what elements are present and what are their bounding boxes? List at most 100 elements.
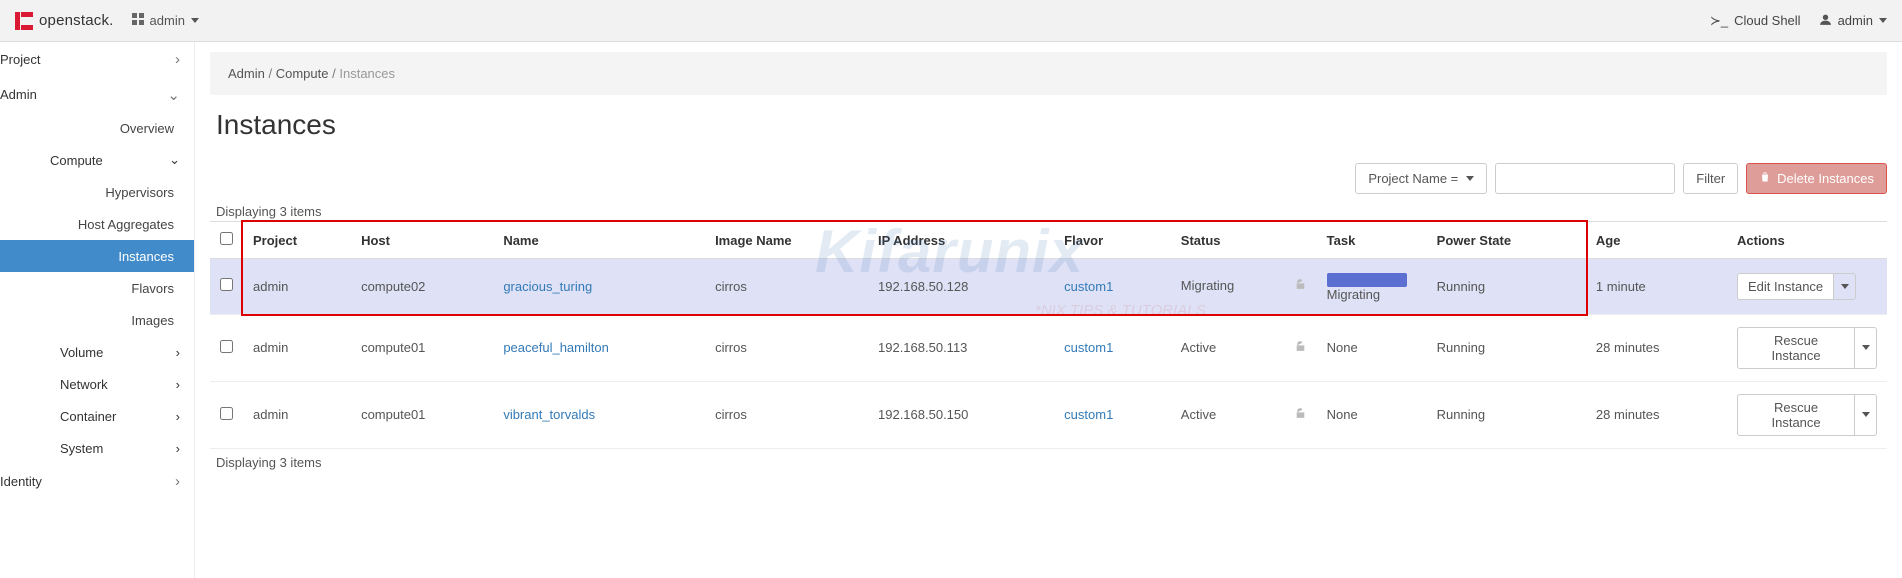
sidebar-item-hypervisors[interactable]: Hypervisors: [0, 176, 194, 208]
name-link[interactable]: gracious_turing: [503, 279, 592, 294]
brand-text: openstack.: [39, 12, 114, 29]
task-label: Migrating: [1327, 287, 1380, 302]
cell-flavor[interactable]: custom1: [1054, 381, 1171, 448]
sidebar-item-instances[interactable]: Instances: [0, 240, 194, 272]
sidebar-item-identity[interactable]: Identity ›: [0, 464, 194, 499]
filter-button[interactable]: Filter: [1683, 163, 1738, 194]
flavor-link[interactable]: custom1: [1064, 340, 1113, 355]
topbar: openstack. admin ≻_ Cloud Shell admin: [0, 0, 1902, 42]
breadcrumb-current: Instances: [339, 66, 395, 81]
row-action-button[interactable]: Edit Instance: [1737, 273, 1834, 300]
cell-image: cirros: [705, 259, 868, 315]
sidebar-item-project[interactable]: Project ›: [0, 42, 194, 77]
column-header[interactable]: IP Address: [868, 222, 1054, 259]
project-switcher[interactable]: admin: [132, 13, 199, 28]
cell-flavor[interactable]: custom1: [1054, 259, 1171, 315]
cell-status: Active: [1171, 314, 1317, 381]
cell-image: cirros: [705, 381, 868, 448]
name-link[interactable]: peaceful_hamilton: [503, 340, 609, 355]
column-header[interactable]: Age: [1586, 222, 1727, 259]
column-header[interactable]: Power State: [1427, 222, 1586, 259]
row-action-dropdown[interactable]: [1834, 273, 1856, 300]
breadcrumb-sep: /: [268, 66, 272, 81]
caret-down-icon: [1862, 345, 1870, 350]
cell-name[interactable]: vibrant_torvalds: [493, 381, 705, 448]
row-action-button[interactable]: Rescue Instance: [1737, 327, 1855, 369]
filter-input[interactable]: [1495, 163, 1675, 194]
unlock-icon: [1294, 340, 1307, 356]
sidebar-item-volume[interactable]: Volume ›: [0, 336, 194, 368]
sidebar-label: Network: [60, 377, 108, 392]
column-header[interactable]: Host: [351, 222, 493, 259]
sidebar-item-network[interactable]: Network ›: [0, 368, 194, 400]
flavor-link[interactable]: custom1: [1064, 279, 1113, 294]
breadcrumb-admin[interactable]: Admin: [228, 66, 265, 81]
toolbar: Project Name = Filter Delete Instances: [210, 163, 1887, 194]
breadcrumb: Admin / Compute / Instances: [210, 52, 1887, 95]
sidebar-item-images[interactable]: Images: [0, 304, 194, 336]
column-header[interactable]: Name: [493, 222, 705, 259]
sidebar-item-compute[interactable]: Compute ⌄: [0, 144, 194, 176]
filter-field-dropdown[interactable]: Project Name =: [1355, 163, 1487, 194]
cell-host: compute01: [351, 381, 493, 448]
cell-name[interactable]: gracious_turing: [493, 259, 705, 315]
page-title: Instances: [216, 109, 1887, 141]
chevron-right-icon: ›: [176, 345, 180, 360]
column-header[interactable]: Flavor: [1054, 222, 1171, 259]
sidebar-label: Flavors: [131, 281, 174, 296]
select-all-checkbox[interactable]: [220, 232, 233, 245]
cell-actions: Rescue Instance: [1727, 381, 1887, 448]
cell-name[interactable]: peaceful_hamilton: [493, 314, 705, 381]
sidebar-label: Project: [0, 52, 40, 67]
column-header[interactable]: Image Name: [705, 222, 868, 259]
chevron-right-icon: ›: [175, 51, 180, 68]
cell-ip: 192.168.50.113: [868, 314, 1054, 381]
row-checkbox[interactable]: [220, 340, 233, 353]
cell-image: cirros: [705, 314, 868, 381]
chevron-right-icon: ›: [176, 441, 180, 456]
row-action-dropdown[interactable]: [1855, 394, 1877, 436]
breadcrumb-sep: /: [332, 66, 336, 81]
cell-ip: 192.168.50.128: [868, 259, 1054, 315]
sidebar-item-overview[interactable]: Overview: [0, 112, 194, 144]
user-menu[interactable]: admin: [1819, 13, 1887, 29]
user-label: admin: [1838, 13, 1873, 28]
row-checkbox[interactable]: [220, 407, 233, 420]
column-header[interactable]: Task: [1317, 222, 1427, 259]
project-name: admin: [150, 13, 185, 28]
cell-age: 1 minute: [1586, 259, 1727, 315]
cell-age: 28 minutes: [1586, 381, 1727, 448]
name-link[interactable]: vibrant_torvalds: [503, 407, 595, 422]
brand[interactable]: openstack.: [15, 12, 114, 30]
caret-down-icon: [1879, 18, 1887, 23]
sidebar-label: Container: [60, 409, 116, 424]
delete-label: Delete Instances: [1777, 171, 1874, 186]
column-header[interactable]: Actions: [1727, 222, 1887, 259]
caret-down-icon: [191, 18, 199, 23]
cell-flavor[interactable]: custom1: [1054, 314, 1171, 381]
trash-icon: [1759, 171, 1771, 186]
flavor-link[interactable]: custom1: [1064, 407, 1113, 422]
column-header[interactable]: Status: [1171, 222, 1317, 259]
filter-field-label: Project Name =: [1368, 171, 1458, 186]
sidebar-item-system[interactable]: System ›: [0, 432, 194, 464]
cell-status: Active: [1171, 381, 1317, 448]
column-header[interactable]: Project: [243, 222, 351, 259]
row-action-button[interactable]: Rescue Instance: [1737, 394, 1855, 436]
sidebar-label: Instances: [118, 249, 174, 264]
sidebar-item-admin[interactable]: Admin ⌄: [0, 77, 194, 112]
cloud-shell-button[interactable]: ≻_ Cloud Shell: [1710, 13, 1801, 29]
delete-instances-button[interactable]: Delete Instances: [1746, 163, 1887, 194]
cell-actions: Rescue Instance: [1727, 314, 1887, 381]
chevron-right-icon: ›: [175, 473, 180, 490]
row-action-dropdown[interactable]: [1855, 327, 1877, 369]
breadcrumb-compute[interactable]: Compute: [276, 66, 329, 81]
table-row: admincompute01vibrant_torvaldscirros192.…: [210, 381, 1887, 448]
user-icon: [1819, 13, 1832, 29]
sidebar-item-host-aggregates[interactable]: Host Aggregates: [0, 208, 194, 240]
sidebar-item-container[interactable]: Container ›: [0, 400, 194, 432]
row-checkbox[interactable]: [220, 278, 233, 291]
openstack-logo-icon: [15, 12, 33, 30]
shell-prompt-icon: ≻_: [1710, 13, 1728, 29]
sidebar-item-flavors[interactable]: Flavors: [0, 272, 194, 304]
